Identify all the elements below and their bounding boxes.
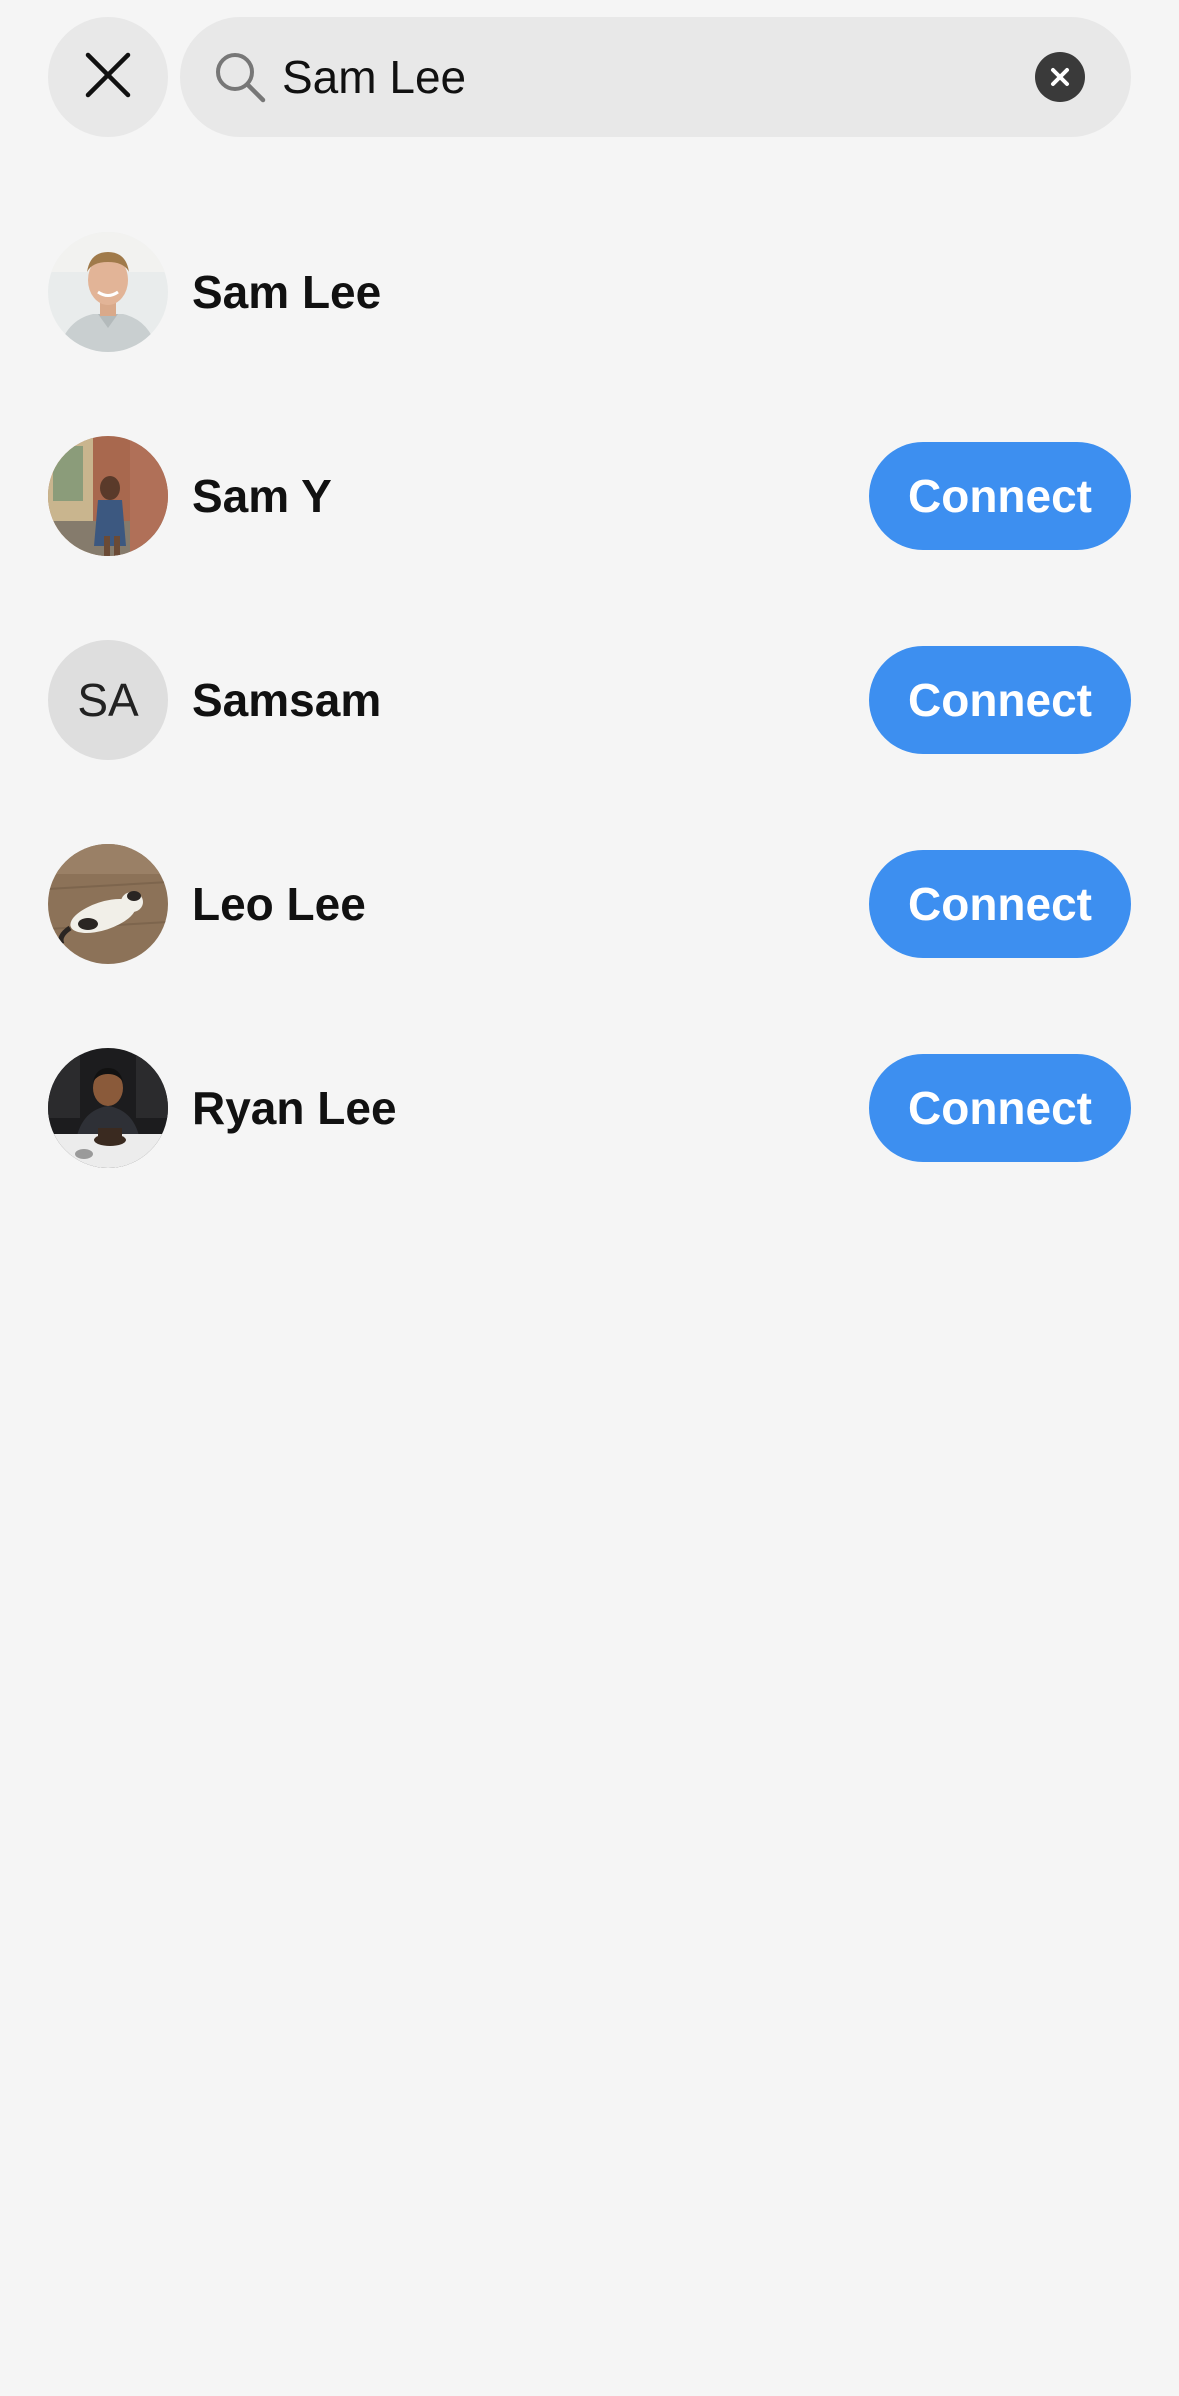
list-item[interactable]: Sam Y Connect	[48, 436, 1131, 556]
result-name: Sam Y	[192, 470, 332, 522]
avatar	[48, 844, 168, 964]
avatar-initials: SA	[77, 674, 139, 726]
avatar	[48, 1048, 168, 1168]
result-name: Ryan Lee	[192, 1082, 397, 1134]
search-bar[interactable]	[180, 17, 1131, 137]
list-item[interactable]: Ryan Lee Connect	[48, 1048, 1131, 1168]
result-name: Sam Lee	[192, 266, 382, 318]
result-name: Leo Lee	[192, 878, 366, 930]
avatar	[48, 232, 168, 352]
connect-button[interactable]: Connect	[869, 1054, 1131, 1162]
clear-icon[interactable]	[1035, 52, 1085, 102]
search-header	[48, 17, 1131, 137]
search-icon	[212, 49, 268, 105]
result-name: Samsam	[192, 674, 382, 726]
connect-button[interactable]: Connect	[869, 646, 1131, 754]
connect-button[interactable]: Connect	[869, 850, 1131, 958]
search-results-list: Sam Lee Sam Y Connect SA Samsam Connect	[48, 232, 1131, 1252]
avatar	[48, 436, 168, 556]
close-button[interactable]	[48, 17, 168, 137]
list-item[interactable]: SA Samsam Connect	[48, 640, 1131, 760]
connect-button[interactable]: Connect	[869, 442, 1131, 550]
list-item[interactable]: Sam Lee	[48, 232, 1131, 352]
close-icon	[84, 51, 132, 104]
avatar: SA	[48, 640, 168, 760]
list-item[interactable]: Leo Lee Connect	[48, 844, 1131, 964]
search-input[interactable]	[282, 42, 1035, 112]
